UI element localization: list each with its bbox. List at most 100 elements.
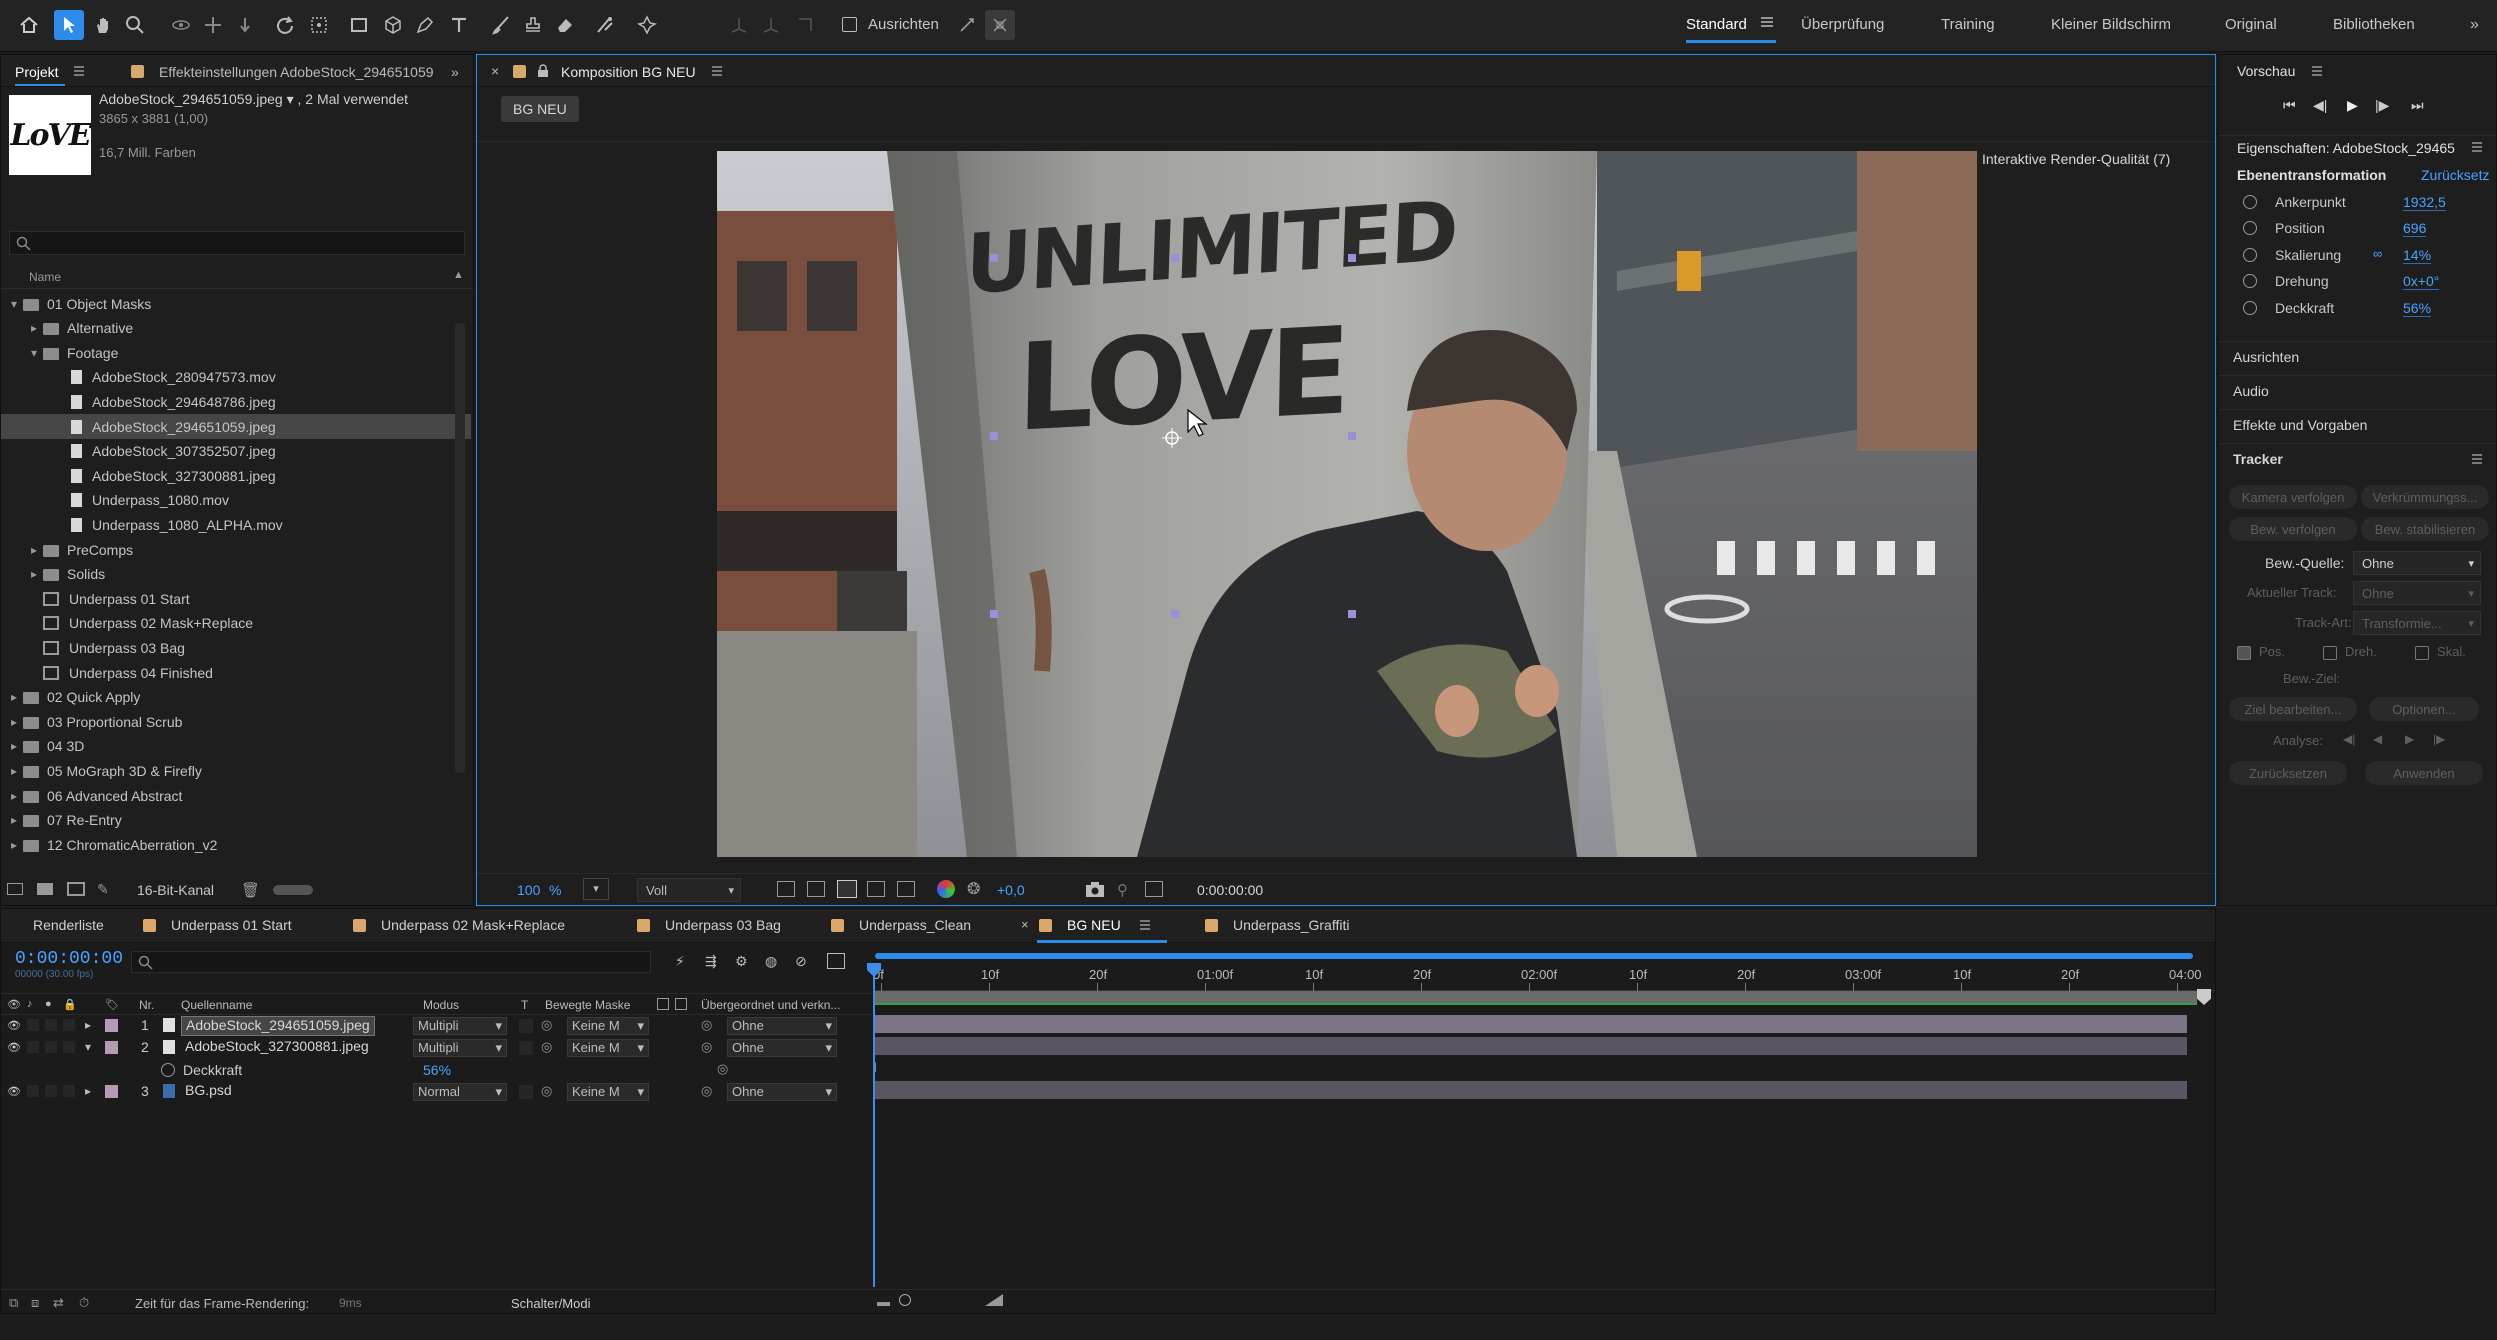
align-checkbox[interactable] xyxy=(842,17,857,32)
property-value[interactable]: 1932,5 xyxy=(2403,194,2446,211)
track-matte-pickwhip-icon[interactable]: ◎ xyxy=(541,1083,552,1099)
stabilize-motion-button[interactable]: Bew. stabilisieren xyxy=(2361,517,2489,541)
tab-menu-icon[interactable] xyxy=(1139,919,1151,931)
project-item-folder[interactable]: ▸ 04 3D xyxy=(1,734,471,759)
motion-blur-icon[interactable]: ◍ xyxy=(765,953,777,970)
section-effects-presets[interactable]: Effekte und Vorgaben xyxy=(2233,417,2367,433)
work-area-end-marker[interactable] xyxy=(2197,989,2211,1005)
timeline-timecode[interactable]: 0:00:00:00 xyxy=(15,949,123,969)
project-tab-menu-icon[interactable] xyxy=(73,65,85,77)
layer-3-bar[interactable] xyxy=(875,1081,2187,1099)
dolly-tool-icon[interactable] xyxy=(230,10,260,40)
resize-to-fit-icon[interactable] xyxy=(1145,881,1163,897)
eraser-tool-icon[interactable] xyxy=(550,10,580,40)
transparency-grid-icon[interactable] xyxy=(807,881,825,897)
stopwatch-icon[interactable] xyxy=(2243,300,2257,315)
parent-dropdown[interactable]: Ohne ▾ xyxy=(727,1039,837,1057)
comp-breadcrumb[interactable]: BG NEU xyxy=(501,96,579,122)
layer-row[interactable]: 👁 ▸ 3 BG.psd Normal ▾ ◎ Keine M ▾ ◎ Ohne ▾ xyxy=(1,1081,871,1103)
audio-toggle[interactable] xyxy=(27,1041,39,1053)
expand-caret-open-icon[interactable]: ▾ xyxy=(25,346,43,360)
snap-options-icon[interactable] xyxy=(985,10,1015,40)
project-item-file[interactable]: AdobeStock_294651059.jpeg xyxy=(1,414,471,439)
tracker-apply-button[interactable]: Anwenden xyxy=(2365,761,2483,785)
project-item-folder[interactable]: ▸ 07 Re-Entry xyxy=(1,808,471,833)
project-item-folder[interactable]: ▸ Alternative xyxy=(1,316,471,341)
track-camera-button[interactable]: Kamera verfolgen xyxy=(2229,485,2357,509)
handle-top-right[interactable] xyxy=(1348,254,1356,262)
project-item-file[interactable]: AdobeStock_280947573.mov xyxy=(1,365,471,390)
channel-icon[interactable] xyxy=(937,880,955,898)
project-item-comp[interactable]: Underpass 04 Finished xyxy=(1,660,471,685)
workspace-tab-original[interactable]: Original xyxy=(2225,16,2277,33)
resolution-dropdown[interactable]: Voll ▾ xyxy=(637,878,741,902)
column-source-name[interactable]: Quellenname xyxy=(181,998,252,1012)
last-frame-icon[interactable]: ⏭ xyxy=(2411,97,2424,114)
time-navigator[interactable] xyxy=(873,949,2215,961)
color-management-icon[interactable]: ❂ xyxy=(967,879,980,899)
edit-target-button[interactable]: Ziel bearbeiten... xyxy=(2229,697,2357,721)
parent-dropdown[interactable]: Ohne ▾ xyxy=(727,1017,837,1035)
expand-caret-open-icon[interactable]: ▾ xyxy=(85,1040,91,1054)
home-icon[interactable] xyxy=(14,10,44,40)
expression-pickwhip-icon[interactable]: ◎ xyxy=(717,1061,728,1077)
tab-effect-controls[interactable]: Effekteinstellungen AdobeStock_294651059 xyxy=(159,64,434,80)
timeline-tab[interactable]: Underpass 03 Bag xyxy=(665,917,781,933)
pan-behind-tool-icon[interactable] xyxy=(304,10,334,40)
lock-toggle[interactable] xyxy=(63,1041,75,1053)
project-item-folder[interactable]: ▾ 01 Object Masks xyxy=(1,291,471,316)
expand-caret-closed-icon[interactable]: ▸ xyxy=(25,567,43,581)
pen-tool-icon[interactable] xyxy=(410,10,440,40)
work-area-bar[interactable] xyxy=(873,991,2197,1003)
stopwatch-icon[interactable] xyxy=(2243,221,2257,236)
timeline-tab[interactable]: BG NEU xyxy=(1067,917,1121,933)
project-scrollbar[interactable] xyxy=(455,323,465,773)
layer-label-color[interactable] xyxy=(105,1085,118,1098)
current-time-indicator[interactable] xyxy=(867,963,881,1287)
guides-icon[interactable] xyxy=(897,881,915,897)
tracker-reset-button[interactable]: Zurücksetzen xyxy=(2229,761,2347,785)
track-matte-dropdown[interactable]: Keine M ▾ xyxy=(567,1083,649,1101)
blend-mode-dropdown[interactable]: Normal ▾ xyxy=(413,1083,507,1101)
project-item-file[interactable]: AdobeStock_294648786.jpeg xyxy=(1,389,471,414)
expand-caret-closed-icon[interactable]: ▸ xyxy=(5,739,23,753)
snapshot-camera-icon[interactable] xyxy=(1085,880,1105,898)
audio-toggle[interactable] xyxy=(27,1019,39,1031)
new-folder-icon[interactable] xyxy=(37,883,53,895)
snap-icon[interactable] xyxy=(952,10,982,40)
timeline-tab[interactable]: Underpass 01 Start xyxy=(171,917,292,933)
anchor-point-icon[interactable] xyxy=(1162,428,1182,448)
close-tab-icon[interactable]: × xyxy=(491,63,499,79)
tab-project[interactable]: Projekt xyxy=(15,64,59,80)
project-item-file[interactable]: Underpass_1080_ALPHA.mov xyxy=(1,512,471,537)
expand-caret-closed-icon[interactable]: ▸ xyxy=(85,1084,91,1098)
puppet-tool-icon[interactable] xyxy=(632,10,662,40)
expand-caret-closed-icon[interactable]: ▸ xyxy=(5,838,23,852)
orbit-tool-icon[interactable] xyxy=(166,10,196,40)
section-audio[interactable]: Audio xyxy=(2233,383,2269,399)
eye-icon[interactable]: 👁 xyxy=(7,1019,21,1032)
layer-bounding-box[interactable] xyxy=(990,254,1356,618)
motion-source-dropdown[interactable]: Ohne ▾ xyxy=(2353,551,2481,575)
zoom-out-icon[interactable]: ▬ xyxy=(877,1294,890,1309)
expand-caret-closed-icon[interactable]: ▸ xyxy=(5,813,23,827)
handle-top-center[interactable] xyxy=(1171,254,1179,262)
reset-transform-link[interactable]: Zurücksetz xyxy=(2421,167,2489,183)
expand-caret-open-icon[interactable]: ▾ xyxy=(5,297,23,311)
timeline-search-input[interactable] xyxy=(131,951,651,973)
composition-viewer[interactable]: UNLIMITED LOVE xyxy=(717,151,1977,857)
handle-bottom-center[interactable] xyxy=(1171,610,1179,618)
selection-tool-icon[interactable] xyxy=(54,10,84,40)
blend-mode-dropdown[interactable]: Multipli ▾ xyxy=(413,1039,507,1057)
constrain-proportions-link-icon[interactable]: ∞ xyxy=(2373,246,2382,261)
project-item-folder[interactable]: ▸ 05 MoGraph 3D & Firefly xyxy=(1,758,471,783)
stopwatch-icon[interactable] xyxy=(2243,247,2257,262)
layer-name[interactable]: AdobeStock_294651059.jpeg xyxy=(181,1016,375,1036)
stopwatch-icon[interactable] xyxy=(2243,195,2257,209)
project-item-folder[interactable]: ▸ 06 Advanced Abstract xyxy=(1,783,471,808)
position-checkbox[interactable] xyxy=(2237,646,2251,660)
warp-stabilizer-button[interactable]: Verkrümmungss... xyxy=(2361,485,2489,509)
time-ruler[interactable]: 0f 10f 20f 01:00f 10f 20f 02:00f 10f 20f 03:00f 10… xyxy=(873,963,2215,991)
track-matte-pickwhip-icon[interactable]: ◎ xyxy=(541,1039,552,1055)
tab-composition[interactable]: Komposition BG NEU xyxy=(561,64,696,80)
